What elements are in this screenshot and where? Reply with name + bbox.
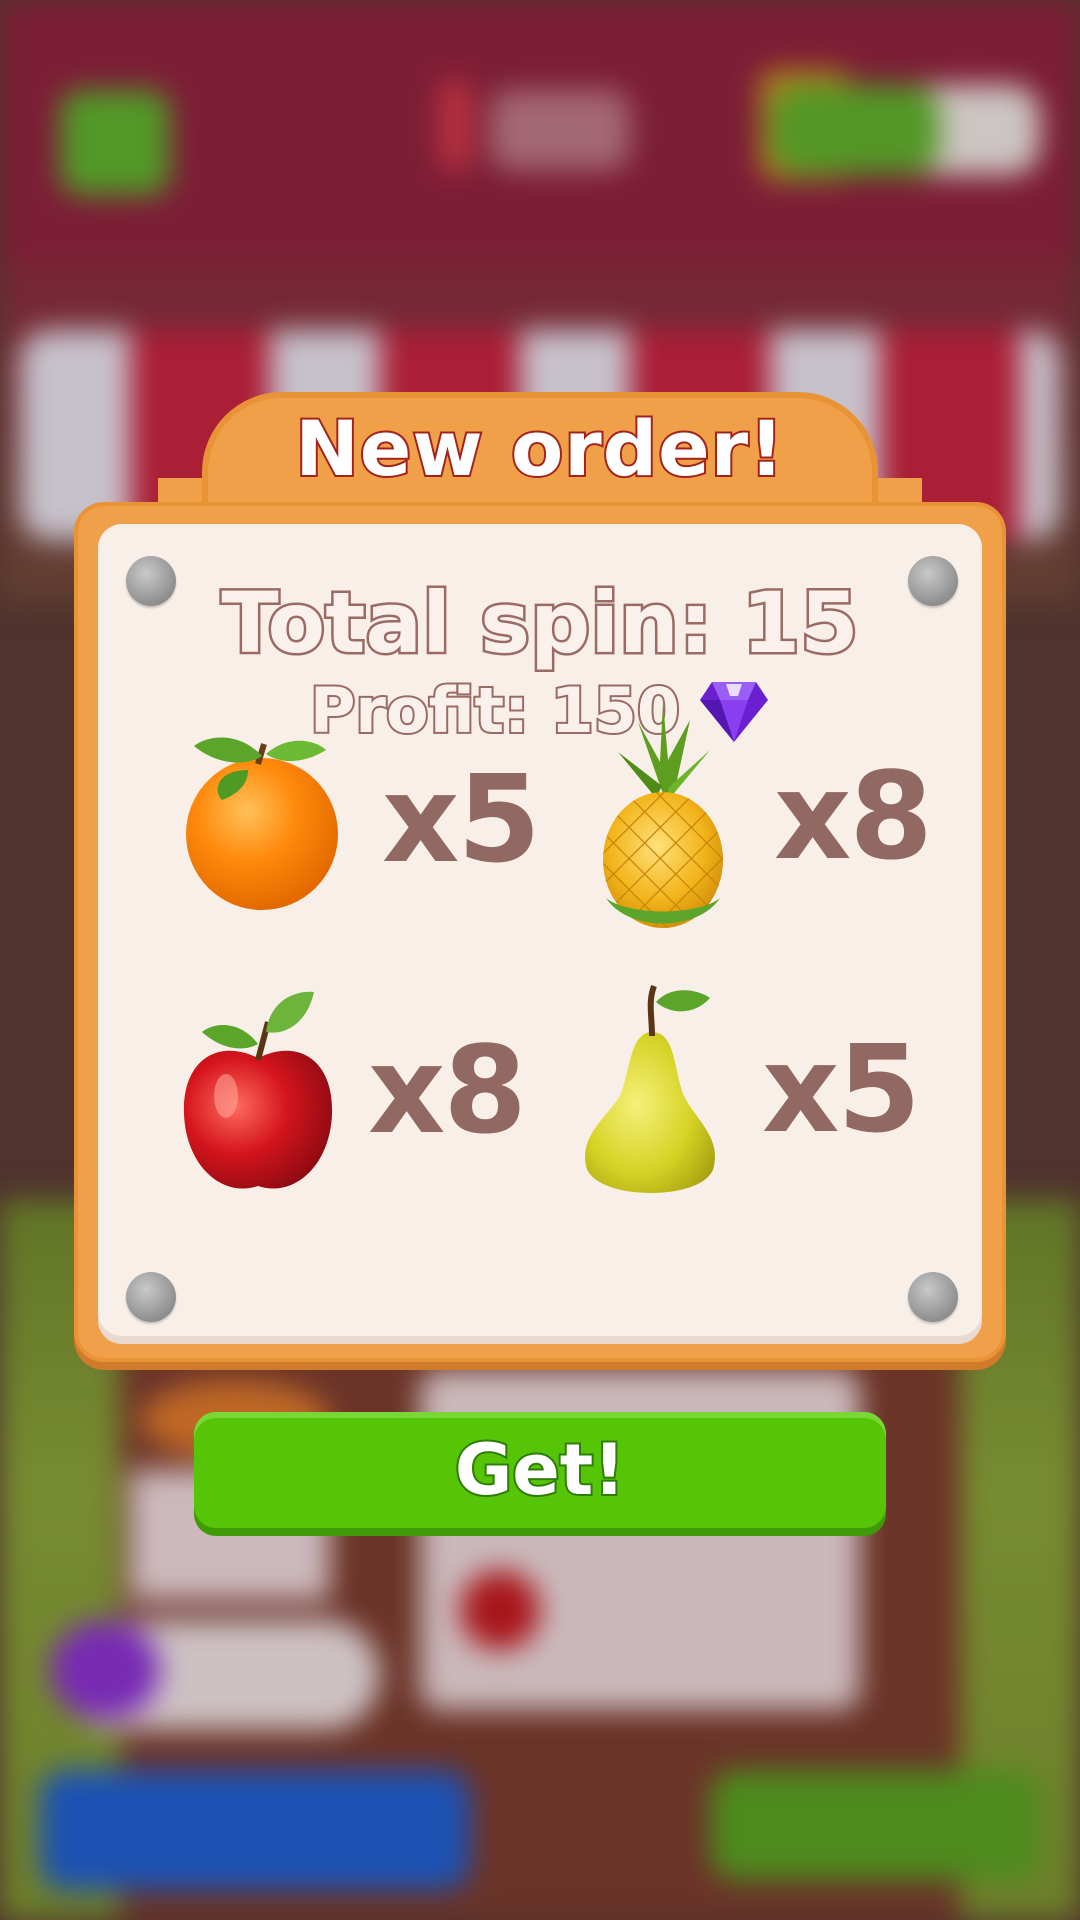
order-quantity: x8 <box>774 747 933 887</box>
total-spin-label: Total spin: 15 <box>219 572 861 675</box>
order-quantity: x8 <box>368 1021 527 1161</box>
order-item-orange: x5 <box>178 730 541 910</box>
apple-icon <box>183 991 333 1189</box>
order-item-apple: x8 <box>178 986 527 1196</box>
get-button-label: Get! <box>453 1427 627 1513</box>
order-quantity: x5 <box>382 750 541 890</box>
get-button[interactable]: Get! <box>194 1412 886 1528</box>
order-item-pear: x5 <box>580 980 921 1200</box>
pear-icon <box>585 984 715 1193</box>
pineapple-icon <box>603 702 723 928</box>
dialog-title: New order! <box>293 402 786 495</box>
screw-icon <box>126 1272 176 1322</box>
order-quantity: x5 <box>762 1020 921 1160</box>
dialog-frame: Total spin: 15 Profit: 150 x5 x8 x8 x5 <box>74 502 1006 1362</box>
order-panel: Total spin: 15 Profit: 150 x5 x8 x8 x5 <box>98 524 982 1344</box>
new-order-dialog: New order! Total spin: 15 Profit: 150 x5… <box>74 392 1006 1364</box>
screw-icon <box>908 1272 958 1322</box>
order-item-pineapple: x8 <box>598 702 933 932</box>
orange-icon <box>186 737 338 910</box>
